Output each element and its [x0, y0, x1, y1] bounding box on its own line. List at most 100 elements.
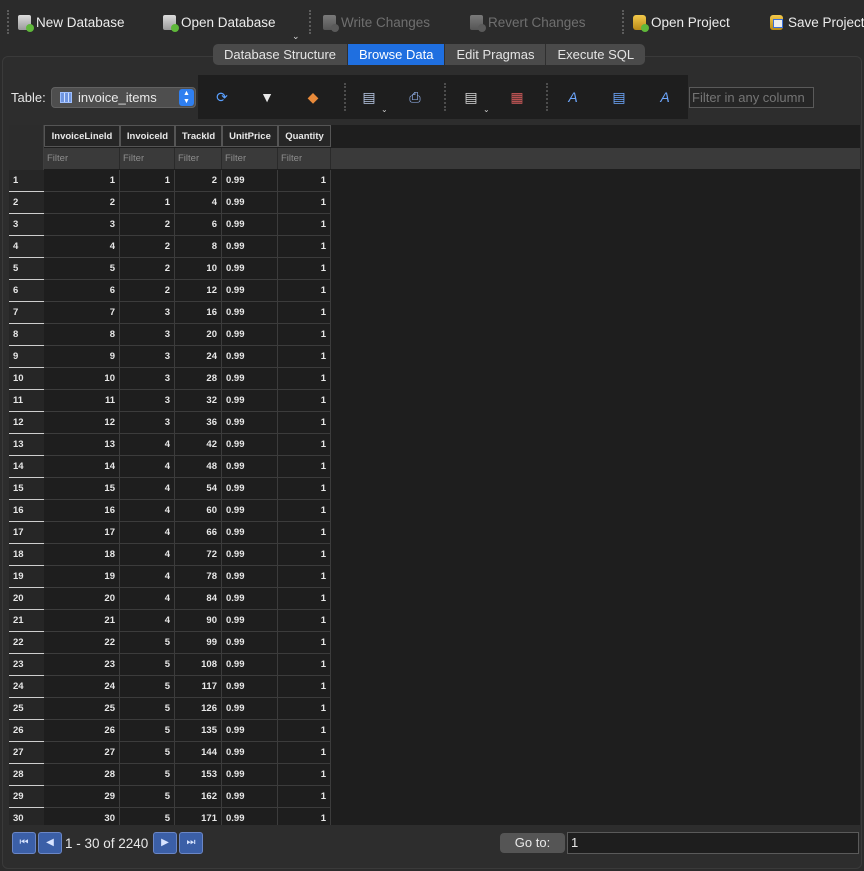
- insert-record-dropdown-icon[interactable]: ⌄: [483, 105, 490, 114]
- last-page-button[interactable]: ⏭: [179, 832, 203, 854]
- table-cell[interactable]: 1: [278, 170, 331, 192]
- table-cell[interactable]: 1: [278, 720, 331, 742]
- table-cell[interactable]: 6: [175, 214, 222, 236]
- table-cell[interactable]: 1: [278, 698, 331, 720]
- table-cell[interactable]: 90: [175, 610, 222, 632]
- table-cell[interactable]: 0.99: [222, 720, 278, 742]
- open-database-dropdown-icon[interactable]: ⌄: [292, 31, 300, 42]
- table-cell[interactable]: 16: [44, 500, 120, 522]
- row-number[interactable]: 10: [9, 368, 44, 390]
- table-select[interactable]: invoice_items ▲ ▼: [51, 87, 196, 108]
- go-to-input[interactable]: 1: [567, 832, 859, 854]
- table-cell[interactable]: 36: [175, 412, 222, 434]
- table-cell[interactable]: 0.99: [222, 324, 278, 346]
- table-cell[interactable]: 24: [44, 676, 120, 698]
- row-number[interactable]: 23: [9, 654, 44, 676]
- table-cell[interactable]: 27: [44, 742, 120, 764]
- table-cell[interactable]: 1: [278, 258, 331, 280]
- table-cell[interactable]: 1: [278, 346, 331, 368]
- table-cell[interactable]: 0.99: [222, 588, 278, 610]
- row-number[interactable]: 2: [9, 192, 44, 214]
- table-cell[interactable]: 0.99: [222, 192, 278, 214]
- table-cell[interactable]: 0.99: [222, 456, 278, 478]
- table-cell[interactable]: 8: [44, 324, 120, 346]
- row-number[interactable]: 19: [9, 566, 44, 588]
- table-cell[interactable]: 126: [175, 698, 222, 720]
- row-number[interactable]: 24: [9, 676, 44, 698]
- column-filter-input[interactable]: Filter: [222, 148, 278, 169]
- table-cell[interactable]: 1: [278, 302, 331, 324]
- table-cell[interactable]: 0.99: [222, 390, 278, 412]
- table-cell[interactable]: 0.99: [222, 808, 278, 825]
- table-cell[interactable]: 0.99: [222, 610, 278, 632]
- print-icon[interactable]: ⎙: [407, 89, 423, 105]
- table-cell[interactable]: 0.99: [222, 170, 278, 192]
- save-table-icon[interactable]: ▤: [361, 89, 377, 105]
- table-cell[interactable]: 5: [120, 654, 175, 676]
- table-cell[interactable]: 72: [175, 544, 222, 566]
- table-cell[interactable]: 1: [278, 434, 331, 456]
- table-cell[interactable]: 0.99: [222, 632, 278, 654]
- table-cell[interactable]: 2: [120, 258, 175, 280]
- refresh-icon[interactable]: ⟳: [214, 89, 230, 105]
- table-cell[interactable]: 0.99: [222, 346, 278, 368]
- revert-changes-button[interactable]: Revert Changes: [470, 12, 586, 32]
- new-database-button[interactable]: New Database: [18, 12, 125, 32]
- row-number[interactable]: 20: [9, 588, 44, 610]
- table-cell[interactable]: 19: [44, 566, 120, 588]
- table-cell[interactable]: 14: [44, 456, 120, 478]
- table-cell[interactable]: 8: [175, 236, 222, 258]
- table-cell[interactable]: 16: [175, 302, 222, 324]
- table-cell[interactable]: 7: [44, 302, 120, 324]
- select-stepper-icon[interactable]: ▲ ▼: [179, 89, 194, 106]
- table-cell[interactable]: 108: [175, 654, 222, 676]
- table-cell[interactable]: 0.99: [222, 544, 278, 566]
- table-cell[interactable]: 0.99: [222, 214, 278, 236]
- open-project-button[interactable]: Open Project: [633, 12, 730, 32]
- column-header-trackid[interactable]: TrackId: [175, 125, 222, 147]
- table-cell[interactable]: 0.99: [222, 236, 278, 258]
- table-cell[interactable]: 153: [175, 764, 222, 786]
- table-cell[interactable]: 0.99: [222, 566, 278, 588]
- find-and-replace-icon[interactable]: ▤: [611, 89, 627, 105]
- table-cell[interactable]: 1: [278, 478, 331, 500]
- write-changes-button[interactable]: Write Changes: [323, 12, 430, 32]
- table-cell[interactable]: 4: [120, 500, 175, 522]
- table-cell[interactable]: 2: [120, 214, 175, 236]
- tab-execute-sql[interactable]: Execute SQL: [546, 44, 645, 65]
- delete-record-icon[interactable]: ▦: [509, 89, 525, 105]
- row-number[interactable]: 29: [9, 786, 44, 808]
- row-number[interactable]: 14: [9, 456, 44, 478]
- tab-browse-data[interactable]: Browse Data: [348, 44, 446, 65]
- table-cell[interactable]: 1: [278, 632, 331, 654]
- row-number[interactable]: 6: [9, 280, 44, 302]
- table-cell[interactable]: 1: [278, 522, 331, 544]
- table-cell[interactable]: 3: [120, 412, 175, 434]
- table-cell[interactable]: 99: [175, 632, 222, 654]
- table-cell[interactable]: 66: [175, 522, 222, 544]
- column-header-invoiceid[interactable]: InvoiceId: [120, 125, 175, 147]
- table-cell[interactable]: 6: [44, 280, 120, 302]
- table-cell[interactable]: 5: [120, 676, 175, 698]
- table-cell[interactable]: 1: [278, 500, 331, 522]
- go-to-button[interactable]: Go to:: [500, 833, 565, 853]
- table-cell[interactable]: 1: [278, 654, 331, 676]
- table-cell[interactable]: 1: [278, 544, 331, 566]
- table-cell[interactable]: 10: [44, 368, 120, 390]
- table-cell[interactable]: 144: [175, 742, 222, 764]
- table-cell[interactable]: 20: [44, 588, 120, 610]
- table-cell[interactable]: 0.99: [222, 698, 278, 720]
- table-cell[interactable]: 3: [120, 324, 175, 346]
- row-number[interactable]: 3: [9, 214, 44, 236]
- table-cell[interactable]: 4: [120, 566, 175, 588]
- row-number[interactable]: 18: [9, 544, 44, 566]
- row-number[interactable]: 15: [9, 478, 44, 500]
- clear-filters-icon[interactable]: ▼: [259, 89, 275, 105]
- column-header-unitprice[interactable]: UnitPrice: [222, 125, 278, 147]
- row-number[interactable]: 21: [9, 610, 44, 632]
- row-number[interactable]: 28: [9, 764, 44, 786]
- table-cell[interactable]: 4: [175, 192, 222, 214]
- table-cell[interactable]: 22: [44, 632, 120, 654]
- table-cell[interactable]: 9: [44, 346, 120, 368]
- table-cell[interactable]: 1: [120, 192, 175, 214]
